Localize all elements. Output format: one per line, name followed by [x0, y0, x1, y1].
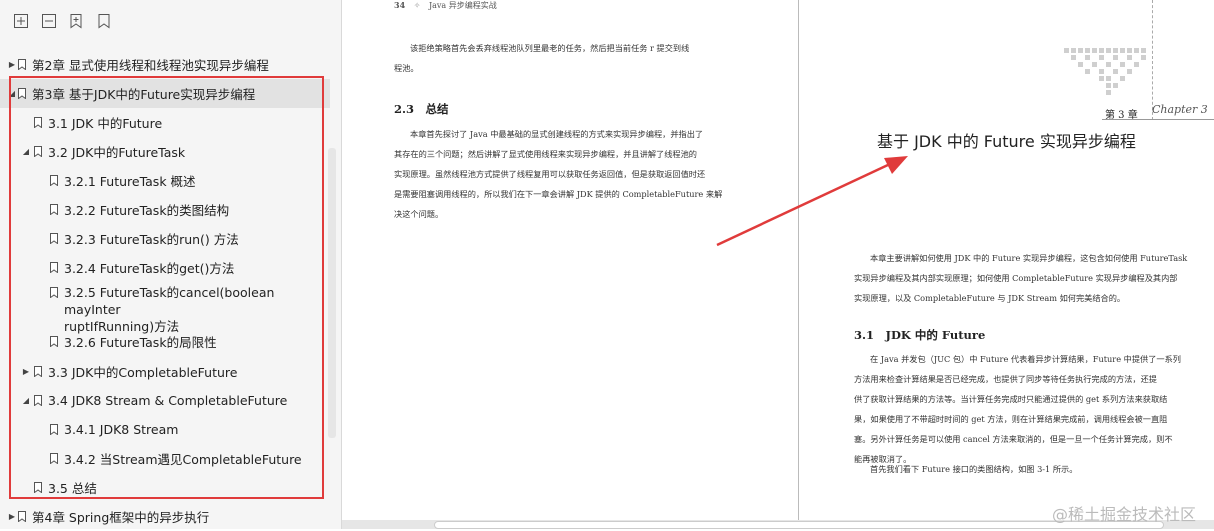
bookmark-label: 3.2.3 FutureTask的run() 方法 — [64, 232, 239, 247]
section-heading: 2.3 总结 — [394, 102, 449, 116]
bookmark-label: 第3章 基于JDK中的Future实现异步编程 — [32, 87, 256, 102]
text-line: 首先我们看下 Future 接口的类图结构，如图 3-1 所示。 — [870, 464, 1078, 474]
page-number: 34 — [394, 0, 406, 10]
text-line: 本章主要讲解如何使用 JDK 中的 Future 实现异步编程，这包含如何使用 … — [870, 253, 1188, 263]
bookmark-icon — [34, 395, 42, 406]
bookmark-item[interactable]: 3.2.4 FutureTask的get()方法 — [0, 253, 330, 282]
collapse-arrow-icon[interactable]: ◢ — [22, 396, 30, 405]
chapter-script-label: Chapter 3 — [1152, 103, 1208, 116]
expand-arrow-icon[interactable]: ▶ — [22, 367, 30, 376]
text-line: 实现原理。虽然线程池方式提供了线程复用可以获取任务返回值，但是获取返回值时还 — [394, 169, 706, 179]
bookmark-item[interactable]: 3.5 总结 — [0, 473, 330, 502]
bookmark-item[interactable]: ▶ 第4章 Spring框架中的异步执行 — [0, 502, 330, 531]
bookmark-item[interactable]: 3.2.5 FutureTask的cancel(boolean mayInter… — [0, 283, 330, 334]
watermark: @稀土掘金技术社区 — [1051, 505, 1196, 524]
text-line: 该拒绝策略首先会丢弃线程池队列里最老的任务，然后把当前任务 r 提交到线 — [410, 43, 690, 53]
bookmark-label: 3.4 JDK8 Stream & CompletableFuture — [48, 393, 288, 408]
red-arrow — [716, 156, 908, 247]
bookmark-item[interactable]: ▶ 第2章 显式使用线程和线程池实现异步编程 — [0, 50, 330, 79]
bookmark-label: 3.4.2 当Stream遇见CompletableFuture — [64, 452, 302, 467]
text-line: 供了获取计算结果的方法等。当计算任务完成时只能通过提供的 get 系列方法来获取… — [854, 394, 1168, 404]
text-line: 是需要阻塞调用线程的，所以我们在下一章会讲解 JDK 提供的 Completab… — [394, 189, 723, 199]
bookmark-label: 3.5 总结 — [48, 481, 97, 496]
text-line: 本章首先探讨了 Java 中最基础的显式创建线程的方式来实现异步编程，并指出了 — [410, 129, 704, 139]
bookmark-icon — [34, 146, 42, 157]
bookmark-label: 3.2.4 FutureTask的get()方法 — [64, 261, 235, 276]
sidebar-toolbar — [0, 0, 341, 48]
bookmark-label: 3.2.6 FutureTask的局限性 — [64, 335, 217, 350]
section-heading: 3.1 JDK 中的 Future — [854, 328, 986, 342]
decorative-dashed-line — [1152, 0, 1154, 120]
text-line: 程池。 — [394, 63, 419, 73]
expand-arrow-icon[interactable]: ▶ — [8, 512, 16, 521]
bookmark-icon — [50, 453, 58, 464]
text-line: 实现原理，以及 CompletableFuture 与 JDK Stream 如… — [854, 293, 1126, 303]
chapter-title: 基于 JDK 中的 Future 实现异步编程 — [877, 132, 1136, 151]
bookmark-icon — [50, 233, 58, 244]
bookmark-item[interactable]: 3.2.1 FutureTask 概述 — [0, 166, 330, 195]
bookmark-icon — [34, 366, 42, 377]
bookmark-label-line: 3.2.5 FutureTask的cancel(boolean mayInter — [64, 285, 275, 317]
intro-paragraph: 该拒绝策略首先会丢弃线程池队列里最老的任务，然后把当前任务 r 提交到线 程池。 — [394, 38, 746, 78]
bookmark-label: 3.2.1 FutureTask 概述 — [64, 174, 196, 189]
expand-all-icon[interactable] — [12, 13, 30, 31]
running-header: 34 ✧ Java 异步编程实战 — [394, 0, 497, 11]
bookmark-icon — [50, 336, 58, 347]
bookmark-icon — [50, 204, 58, 215]
bookmark-icon — [18, 511, 26, 522]
bookmark-icon — [34, 482, 42, 493]
bookmark-item[interactable]: 3.2.2 FutureTask的类图结构 — [0, 195, 330, 224]
bookmark-label: 3.1 JDK 中的Future — [48, 116, 163, 131]
sidebar-scrollbar[interactable] — [328, 148, 336, 438]
bookmark-icon — [50, 262, 58, 273]
chapter-intro-paragraph: 本章主要讲解如何使用 JDK 中的 Future 实现异步编程，这包含如何使用 … — [854, 248, 1204, 308]
bookmark-label: 第4章 Spring框架中的异步执行 — [32, 510, 210, 525]
bookmark-icon — [34, 117, 42, 128]
text-line: 实现异步编程及其内部实现原理；如何使用 CompletableFuture 实现… — [854, 273, 1178, 283]
bookmark-label: 第2章 显式使用线程和线程池实现异步编程 — [32, 58, 269, 73]
text-line: 塞。另外计算任务是可以使用 cancel 方法来取消的，但是一旦一个任务计算完成… — [854, 434, 1173, 444]
bookmark-icon — [18, 88, 26, 99]
bookmark-item[interactable]: 3.4.1 JDK8 Stream — [0, 415, 330, 444]
bookmark-item[interactable]: ◢ 第3章 基于JDK中的Future实现异步编程 — [0, 79, 330, 108]
add-bookmark-icon[interactable] — [67, 13, 85, 31]
text-line: 在 Java 并发包（JUC 包）中 Future 代表着异步计算结果，Futu… — [870, 354, 1181, 364]
collapse-all-icon[interactable] — [40, 13, 58, 31]
expand-arrow-icon[interactable]: ▶ — [8, 60, 16, 69]
closing-paragraph: 首先我们看下 Future 接口的类图结构，如图 3-1 所示。 — [854, 459, 1204, 479]
bookmark-item[interactable]: ▶ 3.3 JDK中的CompletableFuture — [0, 357, 330, 386]
bookmark-label: 3.3 JDK中的CompletableFuture — [48, 365, 238, 380]
bookmark-label: 3.4.1 JDK8 Stream — [64, 422, 179, 437]
bookmark-item[interactable]: 3.1 JDK 中的Future — [0, 108, 330, 137]
summary-paragraph: 本章首先探讨了 Java 中最基础的显式创建线程的方式来实现异步编程，并指出了 … — [394, 124, 746, 224]
text-line: 其存在的三个问题；然后讲解了显式使用线程来实现异步编程，并且讲解了线程池的 — [394, 149, 697, 159]
diamond-icon: ✧ — [413, 1, 421, 10]
text-line: 决这个问题。 — [394, 209, 444, 219]
document-view[interactable]: 34 ✧ Java 异步编程实战 该拒绝策略首先会丢弃线程池队列里最老的任务，然… — [342, 0, 1214, 529]
book-title: Java 异步编程实战 — [428, 1, 497, 10]
text-line: 方法用来检查计算结果是否已经完成，也提供了同步等待任务执行完成的方法，还提 — [854, 374, 1157, 384]
bookmark-sidebar: ▶ 第2章 显式使用线程和线程池实现异步编程 ◢ 第3章 基于JDK中的Future实… — [0, 0, 342, 529]
bookmark-item[interactable]: 3.4.2 当Stream遇见CompletableFuture — [0, 444, 330, 473]
bookmark-label: 3.2 JDK中的FutureTask — [48, 145, 186, 160]
bookmark-label: 3.2.2 FutureTask的类图结构 — [64, 203, 230, 218]
bookmark-icon — [50, 424, 58, 435]
bookmark-item[interactable]: ◢ 3.4 JDK8 Stream & CompletableFuture — [0, 386, 330, 415]
bookmark-icon — [18, 59, 26, 70]
bookmark-item[interactable]: ◢ 3.2 JDK中的FutureTask — [0, 137, 330, 166]
bookmark-icon — [50, 175, 58, 186]
page-divider — [798, 0, 799, 520]
bookmark-icon[interactable] — [95, 13, 113, 31]
collapse-arrow-icon[interactable]: ◢ — [8, 89, 16, 98]
future-paragraph: 在 Java 并发包（JUC 包）中 Future 代表着异步计算结果，Futu… — [854, 349, 1204, 469]
collapse-arrow-icon[interactable]: ◢ — [22, 147, 30, 156]
bookmark-item[interactable]: 3.2.6 FutureTask的局限性 — [0, 327, 330, 356]
bookmark-item[interactable]: 3.2.3 FutureTask的run() 方法 — [0, 224, 330, 253]
bookmark-icon — [50, 287, 58, 298]
chapter-pixel-decoration — [1064, 48, 1150, 100]
text-line: 果，如果使用了不带超时时间的 get 方法，则在计算结果完成前，调用线程会被一直… — [854, 414, 1168, 424]
chapter-rule — [1102, 119, 1214, 120]
